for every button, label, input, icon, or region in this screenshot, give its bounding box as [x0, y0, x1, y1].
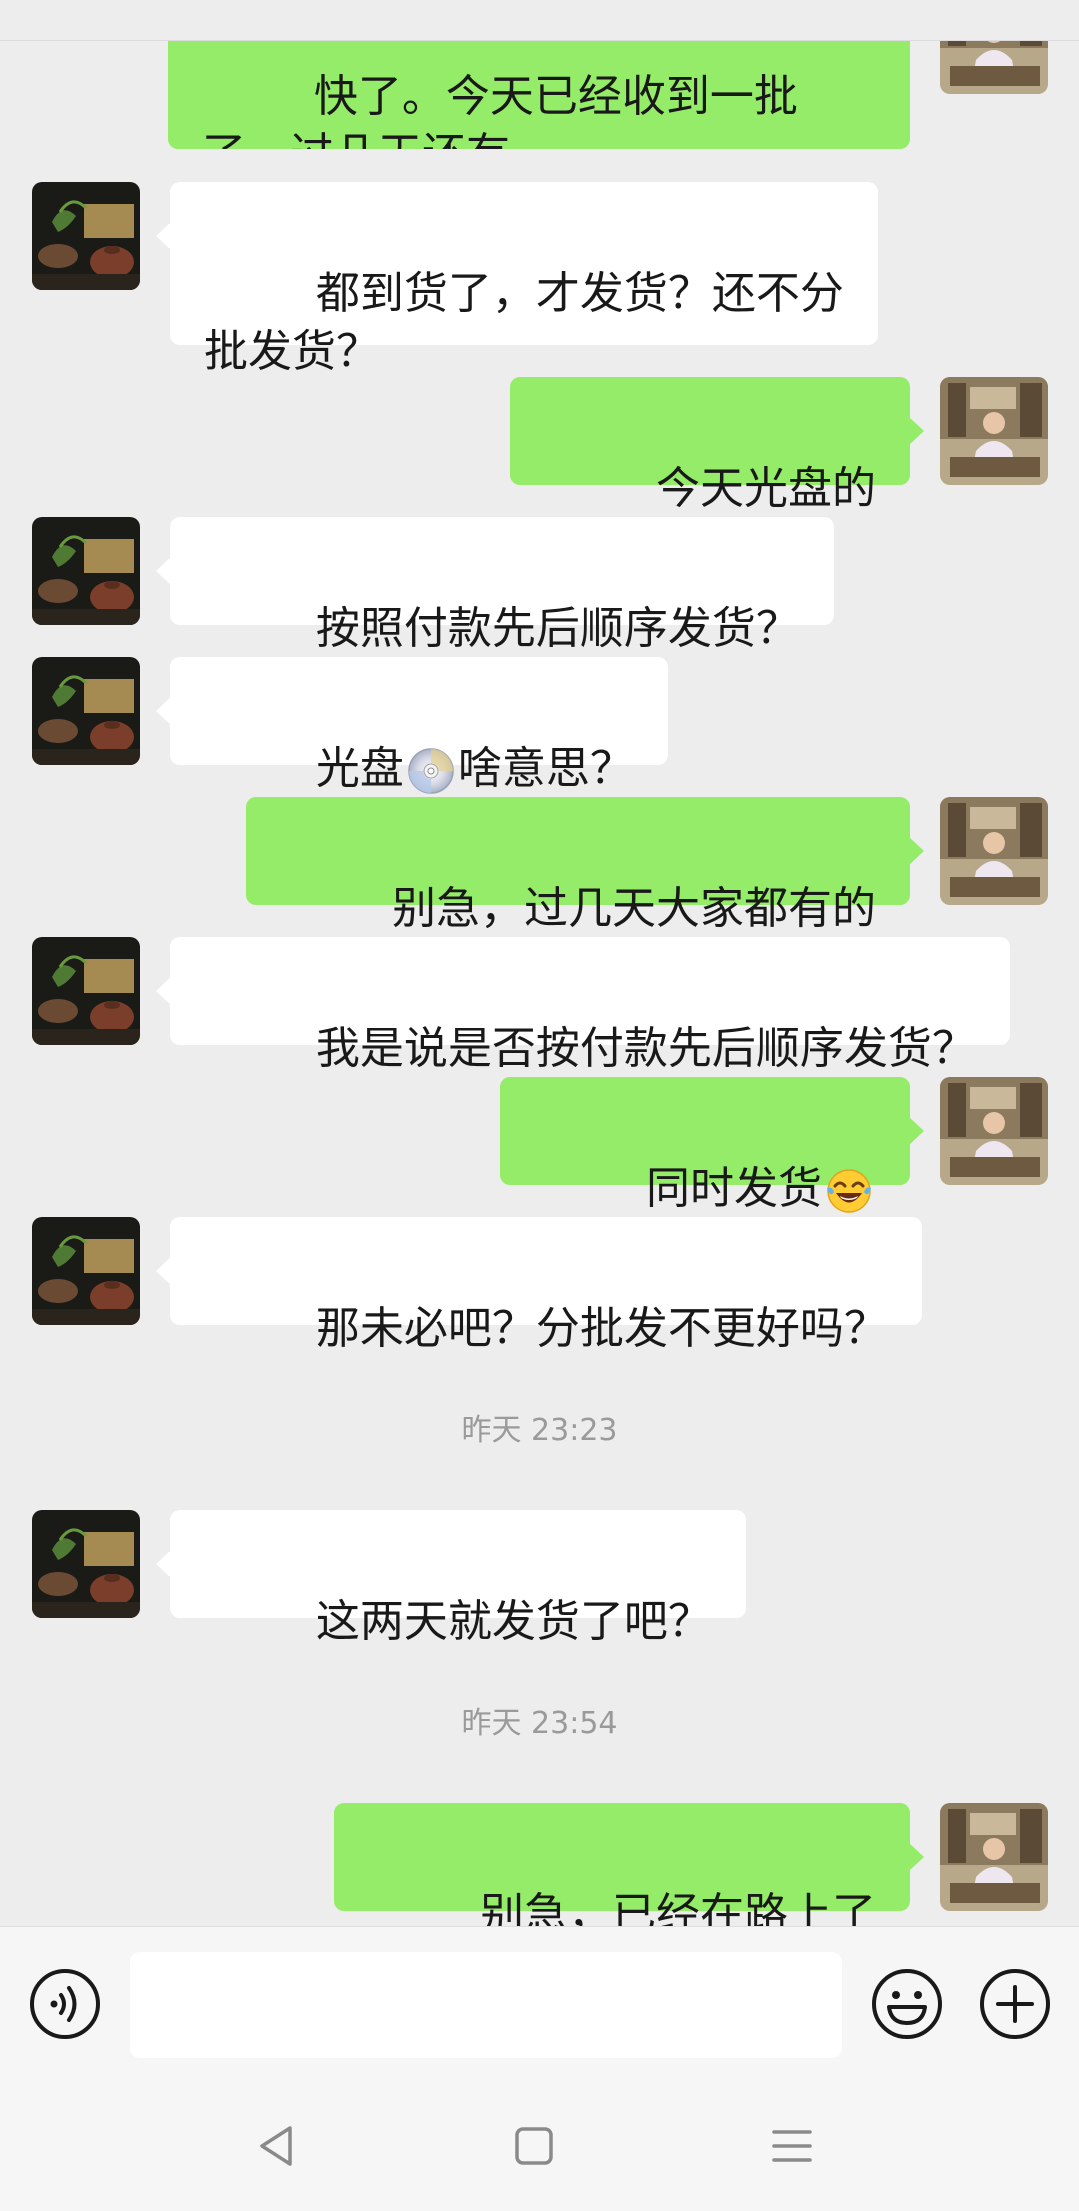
chat-screen: 快了。今天已经收到一批了，过几天还有	[0, 0, 1079, 2211]
my-avatar[interactable]	[940, 1077, 1048, 1185]
message-text: 这两天就发货了吧？	[315, 1596, 712, 1647]
message-text: 啥意思？	[457, 743, 634, 794]
message-text: 别急，过几天大家都有的	[392, 883, 876, 934]
outgoing-message-bubble[interactable]: 别急，已经在路上了	[334, 1803, 924, 1926]
message-text: 都到货了，才发货？还不分批发货？	[204, 268, 844, 377]
contact-avatar[interactable]	[32, 937, 140, 1045]
incoming-message-bubble[interactable]: 这两天就发货了吧？	[156, 1510, 746, 1647]
incoming-message-bubble[interactable]: 按照付款先后顺序发货？	[156, 517, 834, 654]
message-input[interactable]	[130, 1952, 842, 2058]
contact-avatar-photo	[32, 1217, 140, 1325]
contact-avatar-photo	[32, 657, 140, 765]
voice-button[interactable]	[28, 1967, 102, 2041]
system-navigation-bar	[0, 2076, 1079, 2211]
timestamp: 昨天 23:23	[461, 1413, 618, 1448]
contact-avatar-photo	[32, 937, 140, 1045]
voice-icon	[30, 1969, 100, 2039]
outgoing-message-bubble[interactable]: 同时发货	[500, 1077, 924, 1214]
message-text: 那未必吧？分批发不更好吗？	[315, 1303, 888, 1354]
my-avatar[interactable]	[940, 1803, 1048, 1911]
crying-laughing-emoji-icon	[827, 1169, 871, 1213]
my-avatar-photo	[940, 377, 1048, 485]
outgoing-message-bubble[interactable]: 别急，过几天大家都有的	[246, 797, 924, 934]
message-list[interactable]: 快了。今天已经收到一批了，过几天还有	[0, 0, 1079, 1926]
contact-avatar[interactable]	[32, 1510, 140, 1618]
message-text: 快了。今天已经收到一批了，过几天还有	[202, 71, 798, 149]
message-text: 今天光盘的	[656, 463, 876, 514]
incoming-message-bubble[interactable]: 都到货了，才发货？还不分批发货？	[156, 182, 878, 377]
cd-emoji-icon	[408, 748, 454, 794]
incoming-message-bubble[interactable]: 我是说是否按付款先后顺序发货？	[156, 937, 1010, 1074]
my-avatar-photo	[940, 1077, 1048, 1185]
menu-nav-icon	[772, 2130, 812, 2162]
message-text: 光盘	[315, 743, 404, 794]
my-avatar-photo	[940, 797, 1048, 905]
contact-avatar-photo	[32, 182, 140, 290]
message-text: 我是说是否按付款先后顺序发货？	[315, 1023, 976, 1074]
timestamp: 昨天 23:54	[461, 1706, 618, 1741]
incoming-message-bubble[interactable]: 光盘 啥意思？	[156, 657, 668, 794]
incoming-message-bubble[interactable]: 那未必吧？分批发不更好吗？	[156, 1217, 922, 1354]
my-avatar[interactable]	[940, 377, 1048, 485]
contact-avatar-photo	[32, 517, 140, 625]
home-nav-icon	[515, 2127, 553, 2165]
home-nav-button[interactable]	[504, 2116, 564, 2176]
back-nav-button[interactable]	[246, 2116, 306, 2176]
emoji-smiley-icon	[872, 1969, 942, 2039]
contact-avatar[interactable]	[32, 1217, 140, 1325]
outgoing-message-bubble[interactable]: 今天光盘的	[510, 377, 924, 514]
message-input-bar	[0, 1926, 1079, 2077]
plus-icon	[980, 1969, 1050, 2039]
contact-avatar[interactable]	[32, 657, 140, 765]
top-bar	[0, 0, 1079, 41]
contact-avatar[interactable]	[32, 517, 140, 625]
message-text: 别急，已经在路上了	[480, 1889, 876, 1926]
message-text: 按照付款先后顺序发货？	[315, 603, 800, 654]
my-avatar[interactable]	[940, 797, 1048, 905]
emoji-button[interactable]	[870, 1967, 944, 2041]
my-avatar-photo	[940, 1803, 1048, 1911]
menu-nav-button[interactable]	[762, 2116, 822, 2176]
contact-avatar[interactable]	[32, 182, 140, 290]
more-options-button[interactable]	[978, 1967, 1052, 2041]
contact-avatar-photo	[32, 1510, 140, 1618]
back-nav-icon	[260, 2126, 292, 2166]
message-text: 同时发货	[646, 1163, 822, 1214]
